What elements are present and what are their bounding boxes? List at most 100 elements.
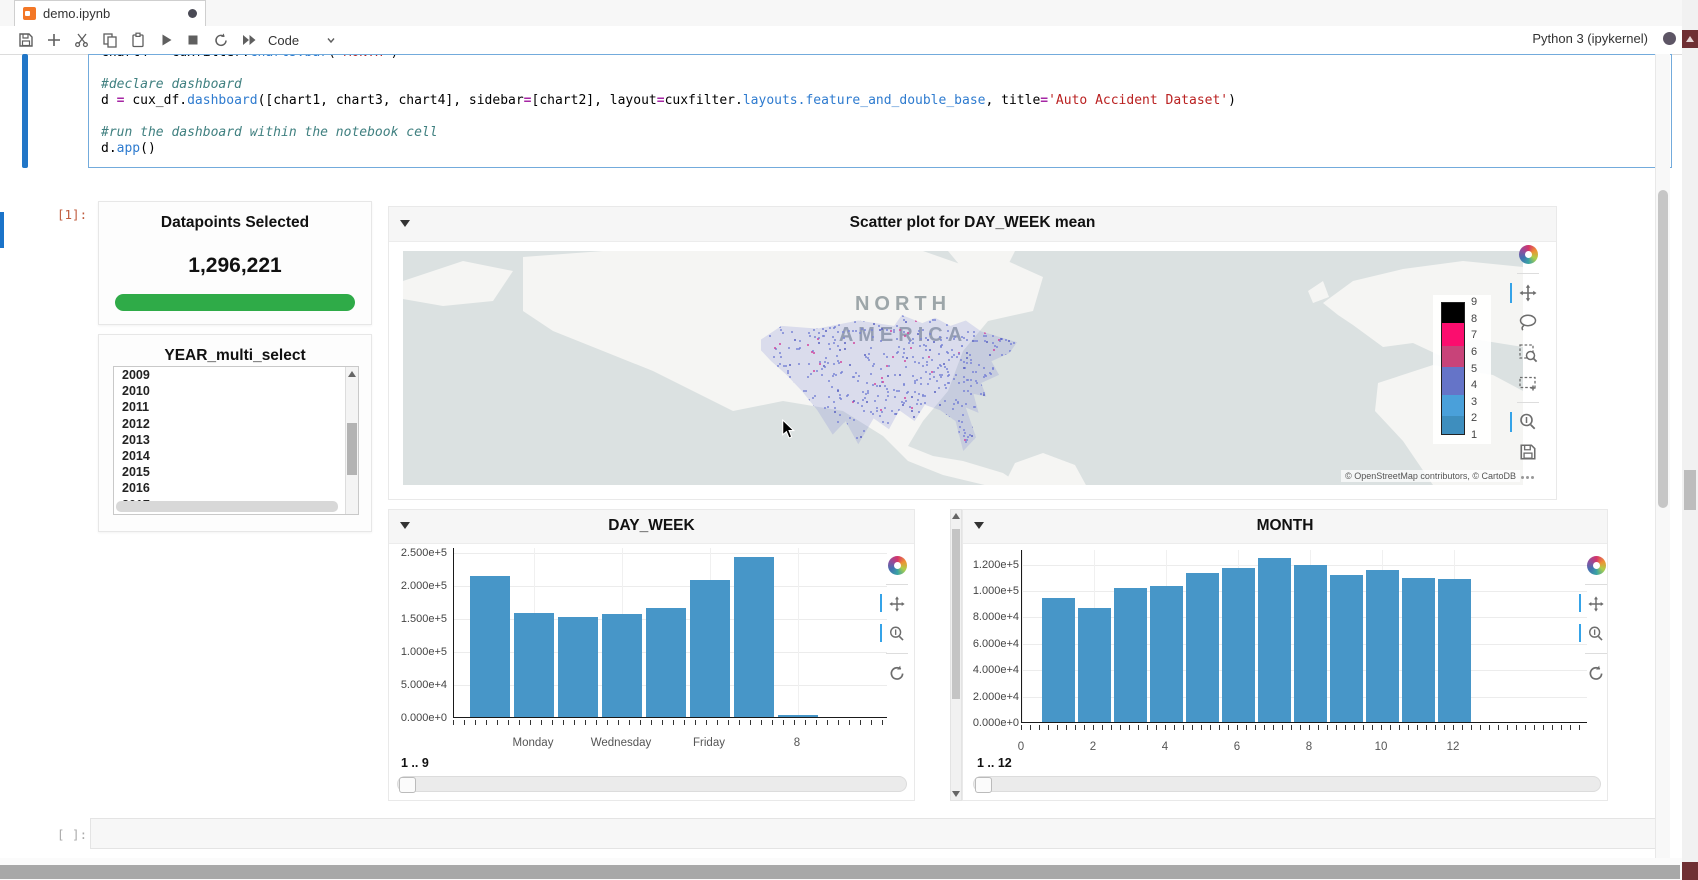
day-week-title: DAY_WEEK [389,517,914,535]
month-x-ticks [1021,725,1587,730]
reset-tool-icon[interactable] [886,662,908,684]
kernel-name[interactable]: Python 3 (ipykernel) [1532,31,1648,46]
day-week-bokeh-toolbar [884,554,910,692]
bar-month-6 [1222,568,1255,722]
run-cell-button[interactable] [155,30,177,50]
bar-month-5 [1186,573,1219,722]
save-plot-tool-icon[interactable] [1517,441,1539,463]
year-list-horizontal-scrollbar[interactable] [116,501,338,512]
unsaved-changes-icon [188,9,197,18]
map-attribution[interactable]: © OpenStreetMap contributors, © CartoDB [1341,470,1520,482]
scroll-thumb[interactable] [1684,470,1696,510]
wheel-zoom-tool-icon[interactable] [886,623,908,645]
datapoints-progress-bar [115,294,355,311]
bokeh-logo-icon[interactable] [886,554,908,576]
scroll-up-icon [348,371,356,377]
cell-type-dropdown[interactable]: Code [268,30,337,50]
cut-cell-button[interactable] [71,30,93,50]
month-range-slider[interactable] [973,776,1601,792]
bar-month-7 [1258,558,1291,722]
stop-icon [185,32,201,48]
scroll-up-button[interactable] [1682,30,1698,48]
scroll-thumb[interactable] [952,529,960,699]
year-option[interactable]: 2011 [114,399,358,415]
restart-kernel-button[interactable] [210,30,232,50]
box-zoom-tool-icon[interactable] [1517,342,1539,364]
bokeh-logo-icon[interactable] [1517,243,1539,265]
wheel-zoom-tool-icon[interactable] [1517,411,1539,433]
month-header: MONTH [963,510,1607,544]
bokeh-logo-icon[interactable] [1585,554,1607,576]
paste-cell-button[interactable] [127,30,149,50]
cut-icon [74,32,90,48]
code-lines: chart4 = cuxfilter.charts.bar('MONTH') #… [101,54,1236,157]
pan-tool-icon[interactable] [1585,593,1607,615]
day-week-range-slider[interactable] [397,776,907,792]
box-select-tool-icon[interactable] [1517,372,1539,394]
year-option[interactable]: 2016 [114,480,358,496]
year-option[interactable]: 2014 [114,448,358,464]
bar-month-12 [1438,579,1471,722]
horizontal-scrollbar[interactable] [0,858,1682,880]
active-cell-collapser[interactable] [22,54,28,168]
year-list-scroll-thumb[interactable] [347,423,357,475]
datapoints-selected-card: Datapoints Selected 1,296,221 [98,201,372,325]
output-collapser[interactable] [0,212,4,248]
scroll-up-icon[interactable] [952,513,960,519]
code-cell-editor[interactable]: chart4 = cuxfilter.charts.bar('MONTH') #… [88,54,1672,168]
bar-month-8 [1294,565,1327,722]
geo-scatter-map[interactable]: NORTH AMERICA 987654321 © OpenStreetMap … [403,251,1523,485]
toolbar-more-icon[interactable] [1521,475,1535,479]
slider-handle[interactable] [399,777,416,793]
pan-tool-icon[interactable] [1517,282,1539,304]
save-button[interactable] [15,30,37,50]
bar-month-10 [1366,570,1399,722]
scatter-map-panel: Scatter plot for DAY_WEEK mean NORTH AME… [388,206,1557,500]
lasso-select-tool-icon[interactable] [1517,312,1539,334]
dashboard-vertical-scrollbar[interactable] [950,509,962,801]
datapoints-title: Datapoints Selected [99,214,371,232]
year-option[interactable]: 2009 [114,367,358,383]
year-list-vertical-scrollbar[interactable] [345,367,358,514]
scroll-down-icon[interactable] [952,791,960,797]
reset-tool-icon[interactable] [1585,662,1607,684]
scroll-thumb[interactable] [0,865,1680,879]
wheel-zoom-tool-icon[interactable] [1585,623,1607,645]
copy-cell-button[interactable] [99,30,121,50]
year-option[interactable]: 2013 [114,432,358,448]
tab-demo-ipynb[interactable]: demo.ipynb [14,0,206,26]
bar-day_week-7 [734,557,774,717]
day-week-range-label: 1 .. 9 [401,756,429,770]
colorbar [1441,302,1465,435]
empty-code-cell[interactable] [90,818,1668,849]
year-options: 200920102011201220132014201520162017 [114,367,358,513]
month-chart-panel: MONTH 0.000e+02.000e+44.000e+46.000e+48.… [962,509,1608,801]
scroll-up-icon [1686,36,1694,42]
year-select-title: YEAR_multi_select [99,347,371,365]
interrupt-kernel-button[interactable] [182,30,204,50]
year-option[interactable]: 2015 [114,464,358,480]
pan-tool-icon[interactable] [886,593,908,615]
slider-handle[interactable] [975,777,992,793]
datapoints-value: 1,296,221 [99,254,371,278]
bar-day_week-5 [646,608,686,717]
month-bokeh-toolbar [1583,554,1609,692]
browser-vertical-scrollbar[interactable] [1682,0,1698,880]
year-option[interactable]: 2010 [114,383,358,399]
month-plot[interactable] [1021,550,1587,723]
run-icon [158,32,174,48]
add-cell-button[interactable] [43,30,65,50]
run-all-cells-button[interactable] [238,30,260,50]
bar-day_week-6 [690,580,730,717]
colorbar-legend: 987654321 [1433,295,1491,444]
year-option[interactable]: 2012 [114,416,358,432]
output-prompt: [1]: [57,207,87,222]
year-listbox[interactable]: 200920102011201220132014201520162017 [113,366,359,515]
scatter-panel-header: Scatter plot for DAY_WEEK mean [389,207,1556,242]
restart-icon [213,32,229,48]
day-week-header: DAY_WEEK [389,510,914,544]
scroll-thumb[interactable] [1658,190,1668,508]
notebook-vertical-scrollbar[interactable] [1655,54,1670,858]
day-week-plot[interactable] [453,548,887,718]
month-title: MONTH [963,517,1607,535]
